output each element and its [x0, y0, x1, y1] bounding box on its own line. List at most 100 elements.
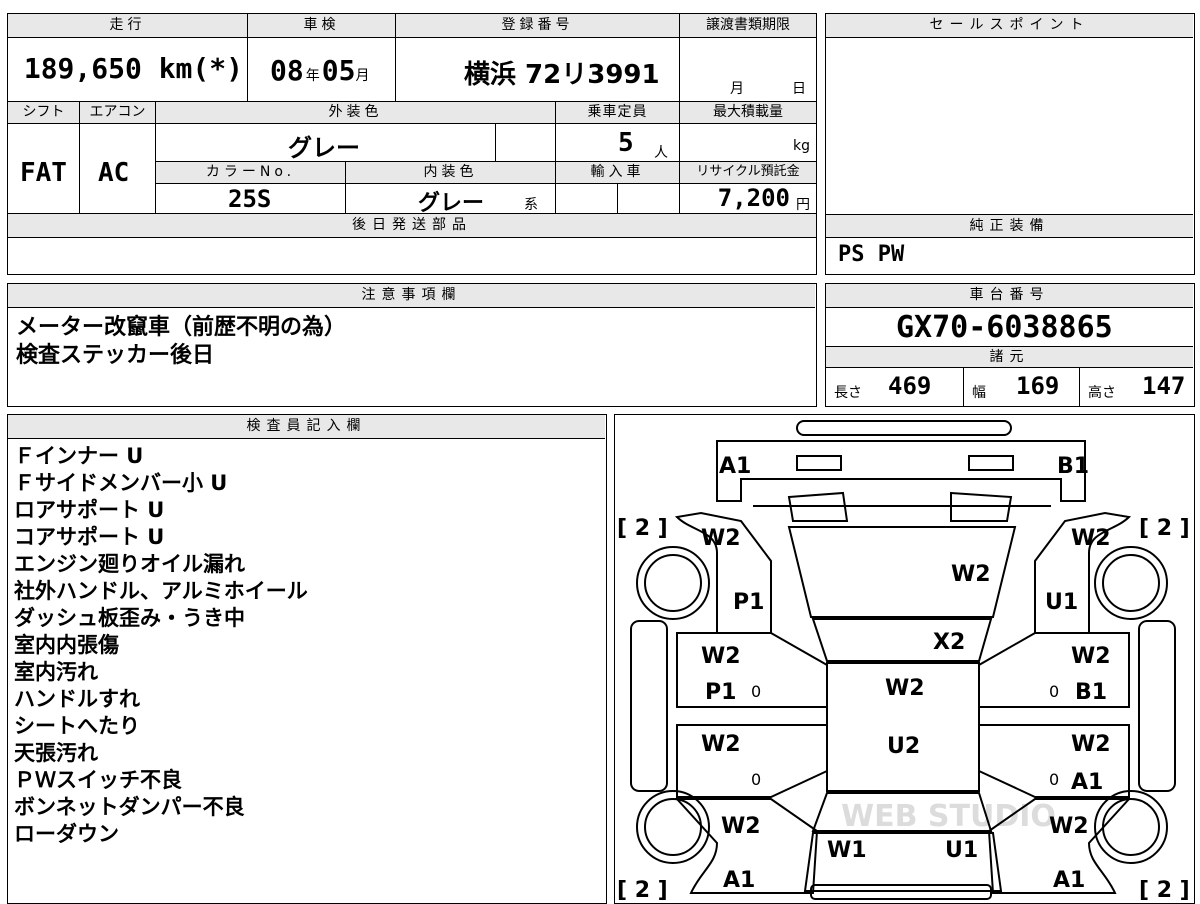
later-parts-label: 後日発送部品	[8, 214, 816, 238]
zero-mark-left-rear: 0	[751, 770, 761, 789]
inspector-line: シートへたり	[14, 714, 140, 738]
color-no-cell: 25S	[156, 184, 346, 214]
chassis-label: 車台番号	[826, 284, 1193, 308]
wheel-front-left-inner	[644, 554, 702, 612]
exterior-label: 外装色	[156, 102, 556, 124]
shift-cell: FAT	[8, 124, 80, 214]
width-value: 169	[1016, 372, 1060, 400]
mark-u1-right-fender: U1	[1045, 590, 1078, 615]
wheel-rear-left	[636, 790, 710, 864]
notes-label: 注意事項欄	[8, 284, 815, 308]
inspector-label: 検査員記入欄	[8, 415, 605, 439]
transfer-label: 譲渡書類期限	[680, 14, 816, 38]
height-value: 147	[1142, 372, 1186, 400]
front-bumper	[796, 420, 1012, 436]
plate-label: 登録番号	[396, 14, 680, 38]
tire-mark-rr: [ 2 ]	[1139, 878, 1190, 902]
mark-w2-right-rear-fender: W2	[1049, 814, 1089, 839]
mileage-cell: 189,650 km(*)	[8, 38, 248, 102]
transfer-cell: 月 日	[680, 38, 816, 102]
mileage-label: 走行	[8, 14, 248, 38]
genuine-equipment-label: 純正装備	[826, 214, 1193, 238]
color-no-value: 25S	[228, 185, 272, 213]
inspector-box: 検査員記入欄 Ｆインナー U Ｆサイドメンバー小 U ロアサポート U コアサポ…	[7, 414, 607, 904]
recycle-unit: 円	[796, 197, 810, 213]
mark-b1-front-right: B1	[1057, 454, 1089, 479]
inspector-line: ローダウン	[14, 822, 119, 846]
inspector-line: Ｆサイドメンバー小 U	[14, 471, 228, 495]
chassis-value: GX70-6038865	[896, 310, 1113, 345]
notes-box: 注意事項欄 メーター改竄車（前歴不明の為） 検査ステッカー後日	[7, 283, 817, 407]
recycle-label: リサイクル預託金	[680, 162, 816, 184]
shift-value: FAT	[20, 158, 67, 188]
tire-mark-fr: [ 2 ]	[1139, 516, 1190, 541]
inspection-label: 車検	[248, 14, 396, 38]
inspector-line: ダッシュ板歪み・うき中	[14, 606, 245, 630]
tire-mark-fl: [ 2 ]	[617, 516, 668, 541]
genuine-equipment-value: PS PW	[838, 242, 905, 267]
capacity-unit: 人	[654, 145, 668, 161]
mark-u2-roof: U2	[887, 734, 920, 759]
import-label: 輸入車	[556, 162, 680, 184]
notes-line-1: メーター改竄車（前歴不明の為）	[16, 315, 347, 340]
exterior-cell: グレー	[156, 124, 496, 162]
ac-value: AC	[98, 158, 130, 188]
width-label: 幅	[972, 385, 986, 401]
front-frame	[716, 440, 1086, 502]
inspector-list: Ｆインナー U Ｆサイドメンバー小 U ロアサポート U コアサポート U エン…	[14, 443, 308, 848]
specs-label: 諸元	[826, 346, 1193, 368]
plate-value: 横浜 72リ3991	[464, 60, 660, 90]
recycle-cell: 7,200 円	[680, 184, 816, 214]
exterior-extra-cell	[496, 124, 556, 162]
color-no-label: カラーNo.	[156, 162, 346, 184]
wheel-front-left	[636, 546, 710, 620]
wheel-front-right	[1094, 546, 1168, 620]
interior-suffix: 系	[524, 197, 538, 213]
inspector-line: コアサポート U	[14, 525, 165, 549]
car-diagram: WEB STUDIO [ 2 ] [ 2 ] [ 2 ] [ 2 ] A1 B1	[617, 420, 1190, 902]
watermark-text: WEB STUDIO	[841, 799, 1056, 834]
wheel-rear-right	[1094, 790, 1168, 864]
mark-a1-rear-left: A1	[723, 868, 755, 893]
month-unit: 月	[355, 68, 370, 84]
wheel-rear-left-inner	[644, 798, 702, 856]
width-cell: 幅 169	[964, 368, 1080, 406]
max-load-label: 最大積載量	[680, 102, 816, 124]
mark-a1-right-rear-door: A1	[1071, 770, 1103, 795]
length-value: 469	[888, 372, 932, 400]
sales-point-label: セールスポイント	[826, 14, 1193, 38]
capacity-cell: 5 人	[556, 124, 680, 162]
wheel-rear-right-inner	[1102, 798, 1160, 856]
import-cell-b	[618, 184, 680, 214]
right-sill	[1138, 620, 1176, 792]
shift-label: シフト	[8, 102, 80, 124]
interior-label: 内装色	[346, 162, 556, 184]
ac-cell: AC	[80, 124, 156, 214]
inspector-line: ＰＷスイッチ不良	[14, 768, 182, 792]
mark-a1-rear-right: A1	[1053, 868, 1085, 893]
height-label: 高さ	[1088, 385, 1116, 401]
tire-mark-rl: [ 2 ]	[617, 878, 668, 902]
max-load-unit: kg	[793, 138, 810, 154]
transfer-month-unit: 月	[730, 81, 744, 97]
length-label: 長さ	[834, 385, 862, 401]
interior-value: グレー	[418, 191, 485, 216]
capacity-label: 乗車定員	[556, 102, 680, 124]
year-unit: 年	[305, 68, 320, 84]
mark-u1-trunk: U1	[945, 838, 978, 863]
inspector-line: 室内内張傷	[14, 633, 119, 657]
length-cell: 長さ 469	[826, 368, 964, 406]
mark-w2-right-fender: W2	[1071, 526, 1111, 551]
wheel-front-right-inner	[1102, 554, 1160, 612]
headlight-left	[796, 455, 842, 471]
inspector-line: ロアサポート U	[14, 498, 165, 522]
mark-w2-left-rear-door: W2	[701, 732, 741, 757]
inspector-line: ハンドルすれ	[14, 687, 140, 711]
interior-cell: グレー 系	[346, 184, 556, 216]
zero-mark-right-front: 0	[1049, 682, 1059, 701]
inspection-year: 08	[270, 54, 304, 87]
inspection-cell: 08 年05月	[248, 38, 396, 102]
plate-cell: 横浜 72リ3991	[396, 38, 680, 102]
sales-point-box: セールスポイント 純正装備 PS PW	[825, 13, 1195, 275]
transfer-day-unit: 日	[792, 81, 806, 97]
